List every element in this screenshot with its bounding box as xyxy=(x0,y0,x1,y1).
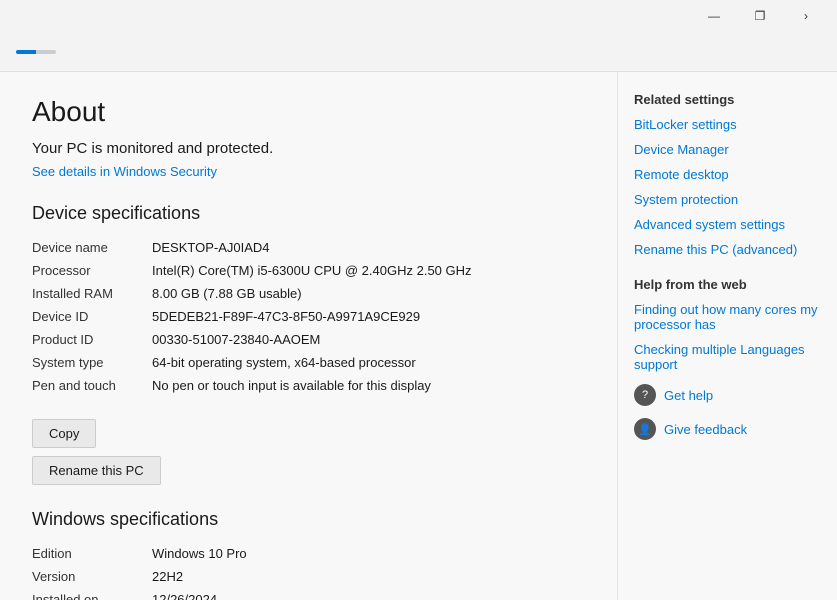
spec-label: Edition xyxy=(32,542,152,565)
table-row: Device ID5DEDEB21-F89F-47C3-8F50-A9971A9… xyxy=(32,305,585,328)
nav-bar xyxy=(0,32,837,72)
related-settings-title: Related settings xyxy=(634,92,821,107)
table-row: System type64-bit operating system, x64-… xyxy=(32,351,585,374)
table-row: Product ID00330-51007-23840-AAOEM xyxy=(32,328,585,351)
device-specs-table: Device nameDESKTOP-AJ0IAD4ProcessorIntel… xyxy=(32,236,585,397)
table-row: Installed RAM8.00 GB (7.88 GB usable) xyxy=(32,282,585,305)
spec-value: Intel(R) Core(TM) i5-6300U CPU @ 2.40GHz… xyxy=(152,259,585,282)
related-settings-link[interactable]: BitLocker settings xyxy=(634,117,821,132)
title-bar: — ❐ › xyxy=(0,0,837,32)
spec-label: Installed RAM xyxy=(32,282,152,305)
table-row: Device nameDESKTOP-AJ0IAD4 xyxy=(32,236,585,259)
related-settings-link[interactable]: System protection xyxy=(634,192,821,207)
spec-label: Pen and touch xyxy=(32,374,152,397)
table-row: Pen and touchNo pen or touch input is av… xyxy=(32,374,585,397)
spec-label: Product ID xyxy=(32,328,152,351)
spec-value: 00330-51007-23840-AAOEM xyxy=(152,328,585,351)
table-row: ProcessorIntel(R) Core(TM) i5-6300U CPU … xyxy=(32,259,585,282)
rename-pc-button[interactable]: Rename this PC xyxy=(32,456,161,485)
help-link[interactable]: Finding out how many cores my processor … xyxy=(634,302,821,332)
page-title: About xyxy=(32,96,585,128)
forward-button[interactable]: › xyxy=(783,0,829,32)
help-title: Help from the web xyxy=(634,277,821,292)
spec-value: 64-bit operating system, x64-based proce… xyxy=(152,351,585,374)
spec-label: Device name xyxy=(32,236,152,259)
related-settings-link[interactable]: Rename this PC (advanced) xyxy=(634,242,821,257)
minimize-button[interactable]: — xyxy=(691,0,737,32)
give-feedback-row[interactable]: 👤 Give feedback xyxy=(634,418,821,440)
spec-value: 12/26/2024 xyxy=(152,588,585,600)
main-content: About Your PC is monitored and protected… xyxy=(0,72,617,600)
restore-button[interactable]: ❐ xyxy=(737,0,783,32)
spec-value: Windows 10 Pro xyxy=(152,542,585,565)
related-settings-link[interactable]: Remote desktop xyxy=(634,167,821,182)
help-link[interactable]: Checking multiple Languages support xyxy=(634,342,821,372)
security-link[interactable]: See details in Windows Security xyxy=(32,164,217,179)
get-help-label: Get help xyxy=(664,388,713,403)
related-settings-link[interactable]: Device Manager xyxy=(634,142,821,157)
table-row: Version22H2 xyxy=(32,565,585,588)
status-text: Your PC is monitored and protected. xyxy=(32,140,585,157)
windows-specs-title: Windows specifications xyxy=(32,509,585,530)
related-settings-link[interactable]: Advanced system settings xyxy=(634,217,821,232)
table-row: Installed on12/26/2024 xyxy=(32,588,585,600)
spec-value: 5DEDEB21-F89F-47C3-8F50-A9971A9CE929 xyxy=(152,305,585,328)
spec-label: Processor xyxy=(32,259,152,282)
help-links: Finding out how many cores my processor … xyxy=(634,302,821,372)
device-specs-title: Device specifications xyxy=(32,203,585,224)
give-feedback-label: Give feedback xyxy=(664,422,747,437)
table-row: EditionWindows 10 Pro xyxy=(32,542,585,565)
spec-value: 8.00 GB (7.88 GB usable) xyxy=(152,282,585,305)
spec-value: 22H2 xyxy=(152,565,585,588)
spec-label: System type xyxy=(32,351,152,374)
get-help-row[interactable]: ? Get help xyxy=(634,384,821,406)
content-wrapper: About Your PC is monitored and protected… xyxy=(0,72,837,600)
spec-label: Installed on xyxy=(32,588,152,600)
windows-specs-table: EditionWindows 10 ProVersion22H2Installe… xyxy=(32,542,585,600)
sidebar: Related settings BitLocker settings Devic… xyxy=(617,72,837,600)
spec-label: Version xyxy=(32,565,152,588)
spec-label: Device ID xyxy=(32,305,152,328)
related-links: BitLocker settings Device Manager Remote d… xyxy=(634,117,821,257)
help-icon: ? xyxy=(634,384,656,406)
spec-value: No pen or touch input is available for t… xyxy=(152,374,585,397)
feedback-icon: 👤 xyxy=(634,418,656,440)
feedback-rows: ? Get help 👤 Give feedback xyxy=(634,384,821,440)
nav-progress xyxy=(16,50,56,54)
spec-value: DESKTOP-AJ0IAD4 xyxy=(152,236,585,259)
copy-button[interactable]: Copy xyxy=(32,419,96,448)
